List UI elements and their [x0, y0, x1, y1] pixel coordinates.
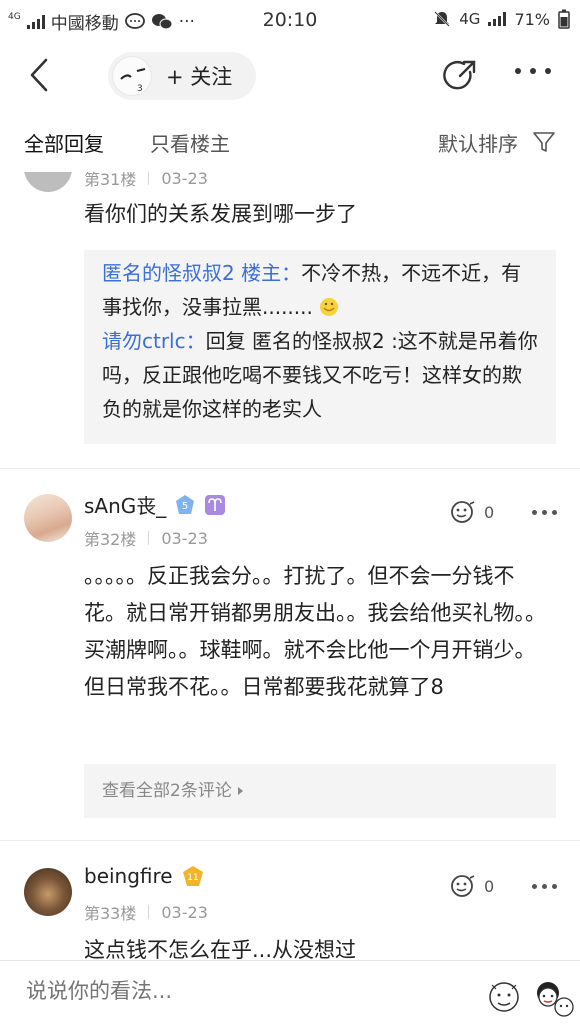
like-count: 0 [484, 876, 495, 896]
meta-separator [148, 172, 150, 185]
status-right: 4G 71% [433, 9, 570, 29]
reply-text: 看你们的关系发展到哪一步了 [84, 202, 357, 226]
meta-separator [148, 905, 150, 919]
sub-replies-box[interactable]: 匿名的怪叔叔2 楼主：不冷不热，不远不近，有事找你，没事拉黑........ 请… [84, 250, 556, 444]
tab-all-replies[interactable]: 全部回复 [24, 128, 104, 157]
floor-number: 第32楼 [84, 530, 137, 549]
avatar[interactable] [24, 494, 72, 542]
divider [0, 468, 580, 469]
network-label: 4G [459, 10, 481, 28]
comment-bar [0, 960, 580, 1031]
floor-number: 第33楼 [84, 904, 137, 923]
reply-meta: 第32楼 03-23 [84, 526, 208, 550]
battery-label: 71% [514, 9, 550, 29]
smile-emoji-icon [320, 298, 339, 316]
sub-reply: 匿名的怪叔叔2 楼主：不冷不热，不远不近，有事找你，没事拉黑........ [102, 256, 538, 324]
avatar[interactable] [24, 172, 72, 192]
avatar[interactable] [24, 868, 72, 916]
status-bar: 4G 中國移動 ··· 20:10 4G 71% [0, 0, 580, 40]
like-count: 0 [484, 502, 495, 522]
reply-date: 03-23 [161, 528, 208, 548]
level-number: 11 [187, 873, 198, 883]
author-avatar-drawing: 3 [120, 68, 146, 94]
back-icon[interactable] [26, 56, 60, 94]
share-icon[interactable] [442, 58, 478, 94]
svg-text:3: 3 [137, 84, 143, 94]
meta-separator [148, 531, 150, 545]
reply-date: 03-23 [161, 902, 208, 922]
like-icon [451, 501, 475, 523]
sub-reply-author[interactable]: 请勿ctrlc： [102, 329, 206, 353]
sub-reply-author[interactable]: 匿名的怪叔叔2 楼主： [102, 261, 301, 285]
divider [0, 840, 580, 841]
level-badge: 5 [176, 494, 195, 514]
view-all-comments-button[interactable]: 查看全部2条评论 [84, 764, 556, 818]
username[interactable]: sAnG丧_ [84, 490, 166, 519]
like-button[interactable]: 0 [450, 874, 494, 898]
comment-input[interactable] [26, 979, 326, 1003]
sort-button[interactable]: 默认排序 [438, 128, 518, 157]
more-icon[interactable] [515, 68, 551, 80]
username[interactable]: beingfire [84, 864, 173, 888]
reply-more-icon[interactable] [532, 510, 557, 515]
reply-text: 这点钱不怎么在乎...从没想过 [84, 938, 357, 962]
tab-op-only[interactable]: 只看楼主 [150, 128, 230, 157]
aries-icon [205, 494, 226, 515]
reply-meta: 第33楼 03-23 [84, 900, 208, 924]
signal-strength-icon [488, 12, 507, 26]
top-nav: 3 + 关注 [0, 44, 580, 108]
chevron-right-icon [238, 787, 244, 795]
level-badge: 11 [182, 866, 203, 886]
like-icon [451, 875, 475, 897]
mute-bell-icon [434, 11, 450, 27]
like-button[interactable]: 0 [450, 500, 494, 524]
reply-author: beingfire 11 [84, 864, 205, 888]
reply-list: 第31楼 03-23 看你们的关系发展到哪一步了 匿名的怪叔叔2 楼主：不冷不热… [0, 172, 580, 962]
battery-icon [558, 9, 570, 29]
author-pill[interactable]: 3 + 关注 [108, 52, 256, 100]
author-avatar[interactable]: 3 [112, 56, 152, 96]
reply-date: 03-23 [161, 172, 208, 188]
sub-reply: 请勿ctrlc：回复 匿名的怪叔叔2 :这不就是吊着你吗，反正跟他吃喝不要钱又不… [102, 324, 538, 426]
reply-tabs: 全部回复 只看楼主 默认排序 [0, 120, 580, 170]
reply-author: sAnG丧_ 5 [84, 490, 226, 519]
floor-number: 第31楼 [84, 172, 137, 189]
follow-button[interactable]: + 关注 [166, 61, 232, 91]
sticker-button-icon[interactable] [482, 973, 574, 1023]
level-number: 5 [182, 501, 188, 512]
reply-more-icon[interactable] [532, 884, 557, 889]
reply-text: 。。。。。反正我会分。。打扰了。但不会一分钱不花。就日常开销都男朋友出。。我会给… [84, 564, 546, 699]
filter-icon[interactable] [532, 130, 556, 154]
reply-meta: 第31楼 03-23 [84, 172, 208, 190]
view-all-label: 查看全部2条评论 [102, 781, 232, 801]
